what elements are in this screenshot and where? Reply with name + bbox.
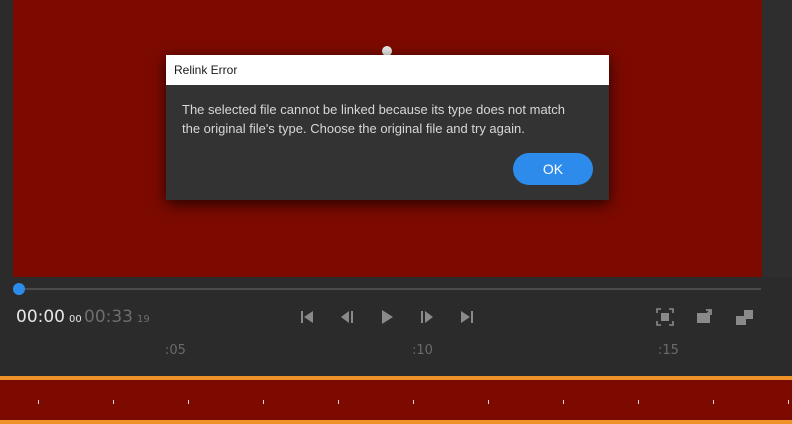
dialog-message-line2: the original file's type. Choose the ori… <box>182 121 525 136</box>
step-back-icon[interactable] <box>336 307 358 327</box>
scrubber-track[interactable] <box>18 288 761 290</box>
dialog-title: Relink Error <box>166 55 609 85</box>
timeline-tick <box>113 400 114 404</box>
ruler-label-05: :05 <box>165 343 186 358</box>
timeline-tick <box>788 400 789 404</box>
scrubber-playhead[interactable] <box>13 283 25 295</box>
timeline-tick <box>563 400 564 404</box>
timeline-tick <box>38 400 39 404</box>
current-frames: 00 <box>69 314 82 325</box>
relink-error-dialog: Relink Error The selected file cannot be… <box>166 55 609 200</box>
timeline-tick <box>413 400 414 404</box>
play-icon[interactable] <box>376 307 398 327</box>
current-time: 00:00 <box>16 307 65 327</box>
fit-frame-icon[interactable] <box>655 307 675 327</box>
duration-time: 00:33 <box>84 307 133 327</box>
timeline-tick <box>338 400 339 404</box>
export-frame-icon[interactable] <box>695 307 715 327</box>
skip-to-end-icon[interactable] <box>456 307 478 327</box>
timeline-tick <box>713 400 714 404</box>
step-forward-icon[interactable] <box>416 307 438 327</box>
dialog-message-line1: The selected file cannot be linked becau… <box>182 102 566 117</box>
skip-to-start-icon[interactable] <box>296 307 318 327</box>
timeline-tick <box>638 400 639 404</box>
ok-button[interactable]: OK <box>513 153 593 185</box>
panel-edge <box>762 0 792 277</box>
timeline-tick <box>188 400 189 404</box>
timeline-tick <box>488 400 489 404</box>
timeline-track[interactable] <box>0 376 792 424</box>
settings-icon[interactable] <box>735 307 755 327</box>
duration-timecode: 00:33 19 <box>84 307 150 327</box>
dialog-message: The selected file cannot be linked becau… <box>182 100 592 138</box>
ruler-label-15: :15 <box>658 343 679 358</box>
current-timecode: 00:00 00 <box>16 307 82 327</box>
timeline-tick <box>263 400 264 404</box>
ruler-label-10: :10 <box>412 343 433 358</box>
duration-frames: 19 <box>137 314 150 325</box>
